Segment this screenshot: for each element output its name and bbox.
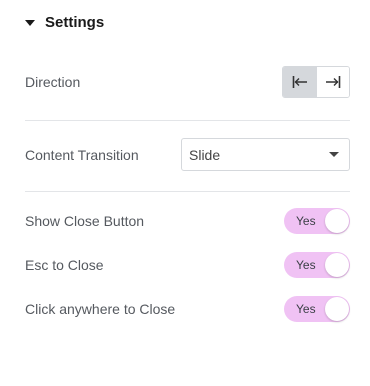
direction-end-button[interactable]	[316, 67, 349, 97]
click-anywhere-toggle[interactable]: Yes	[284, 296, 350, 322]
show-close-button-row: Show Close Button Yes	[25, 208, 350, 234]
esc-to-close-toggle[interactable]: Yes	[284, 252, 350, 278]
content-transition-value: Slide	[189, 146, 221, 163]
toggle-knob	[325, 253, 349, 277]
click-anywhere-row: Click anywhere to Close Yes	[25, 296, 350, 322]
divider	[25, 191, 350, 192]
click-anywhere-label: Click anywhere to Close	[25, 301, 176, 317]
toggle-state: Yes	[296, 214, 316, 228]
section-title: Settings	[45, 14, 105, 31]
content-transition-label: Content Transition	[25, 146, 139, 163]
content-transition-select[interactable]: Slide	[181, 138, 350, 171]
direction-button-group	[282, 66, 350, 98]
show-close-button-label: Show Close Button	[25, 213, 145, 229]
direction-start-button[interactable]	[283, 67, 316, 97]
esc-to-close-row: Esc to Close Yes	[25, 252, 350, 278]
esc-to-close-label: Esc to Close	[25, 257, 104, 273]
content-transition-row: Content Transition Slide	[25, 138, 350, 171]
direction-row: Direction	[25, 66, 350, 98]
caret-down-icon	[25, 19, 35, 26]
align-end-icon	[326, 76, 341, 88]
show-close-button-toggle[interactable]: Yes	[284, 208, 350, 234]
toggle-knob	[325, 209, 349, 233]
settings-section-toggle[interactable]: Settings	[25, 14, 104, 31]
direction-label: Direction	[25, 74, 81, 90]
divider	[25, 120, 350, 121]
toggle-knob	[325, 297, 349, 321]
toggle-state: Yes	[296, 302, 316, 316]
toggle-state: Yes	[296, 258, 316, 272]
chevron-down-icon	[329, 152, 339, 157]
align-start-icon	[292, 76, 307, 88]
